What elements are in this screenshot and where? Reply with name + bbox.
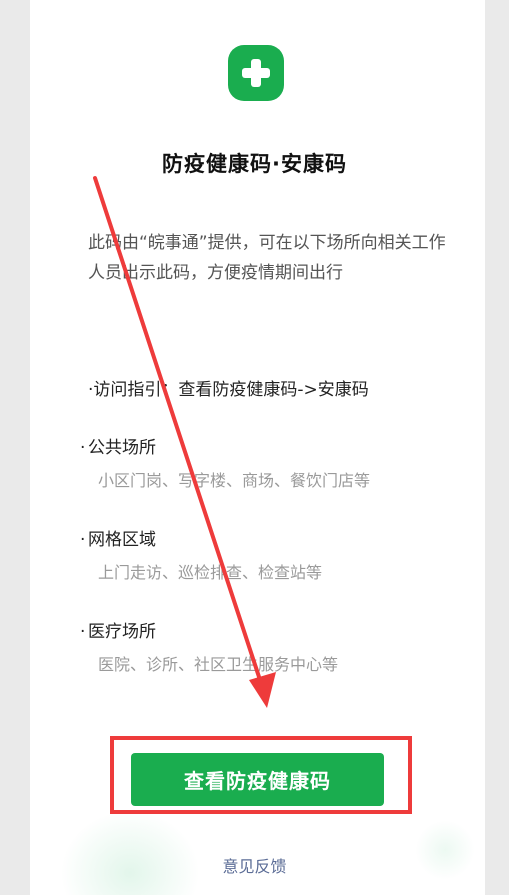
bullet: ·	[80, 622, 86, 642]
medical-cross-icon	[228, 45, 284, 101]
section-medical-places: · 医疗场所 医院、诊所、社区卫生服务中心等	[80, 620, 448, 676]
section-public-places: · 公共场所 小区门岗、写字楼、商场、餐饮门店等	[80, 436, 448, 492]
section-title: 公共场所	[88, 438, 156, 458]
feedback-link[interactable]: 意见反馈	[0, 853, 509, 877]
access-guide: ·访问指引：查看防疫健康码->安康码	[88, 380, 369, 400]
section-grid-areas: · 网格区域 上门走访、巡检排查、检查站等	[80, 528, 448, 584]
section-subtitle: 小区门岗、写字楼、商场、餐饮门店等	[98, 471, 371, 490]
bullet: ·	[80, 530, 86, 550]
section-subtitle: 上门走访、巡检排查、检查站等	[98, 563, 323, 582]
section-subtitle: 医院、诊所、社区卫生服务中心等	[98, 655, 339, 674]
description-text: 此码由“皖事通”提供，可在以下场所向相关工作人员出示此码，方便疫情期间出行	[88, 233, 446, 283]
bullet: ·	[80, 438, 86, 458]
section-title: 医疗场所	[88, 622, 156, 642]
section-title: 网格区域	[88, 530, 156, 550]
view-health-code-button[interactable]: 查看防疫健康码	[131, 753, 384, 806]
page-title: 防疫健康码·安康码	[162, 152, 347, 176]
